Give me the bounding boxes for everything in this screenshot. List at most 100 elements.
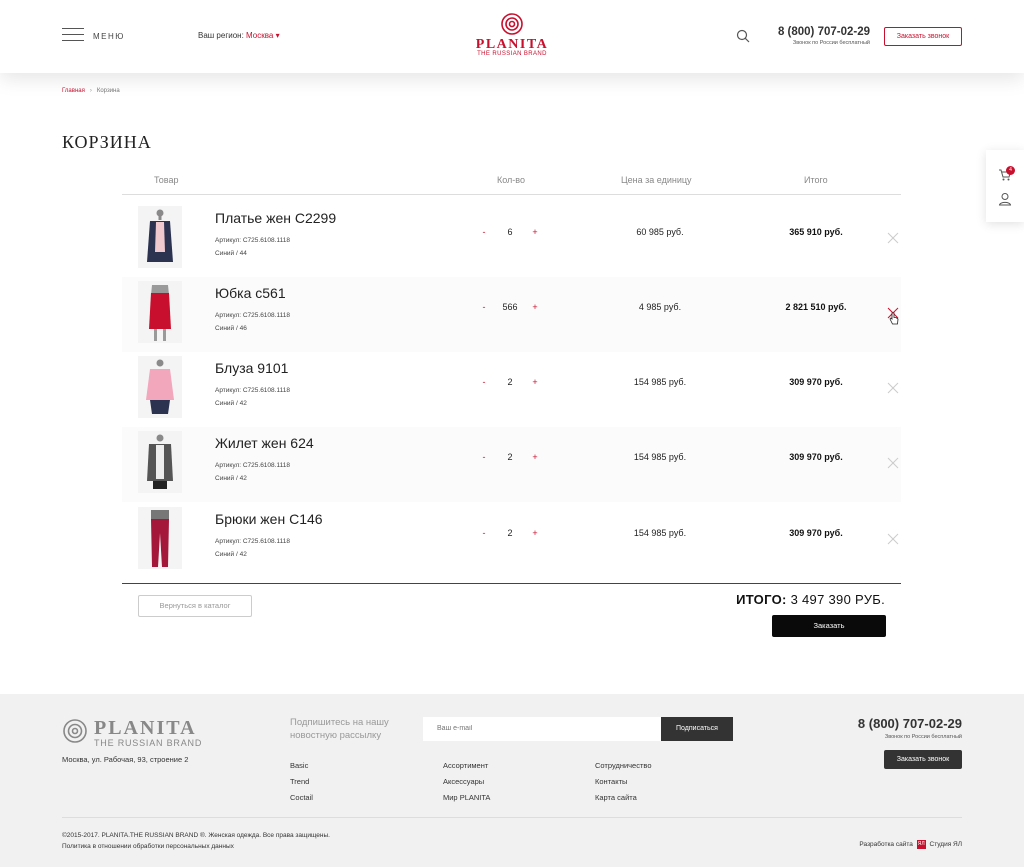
remove-item-icon[interactable] (887, 232, 899, 244)
qty-value[interactable]: 2 (495, 377, 525, 387)
subscribe-button[interactable]: Подписаться (661, 717, 733, 741)
product-article: Артикул: C725.6108.1118 (215, 538, 290, 545)
rose-logo-icon (501, 13, 523, 35)
product-article: Артикул: C725.6108.1118 (215, 462, 290, 469)
footer-link[interactable]: Контакты (595, 777, 627, 786)
cart-row: Юбка с561 Артикул: C725.6108.1118 Синий … (122, 277, 901, 352)
product-name[interactable]: Платье жен С2299 (215, 210, 336, 226)
footer-link[interactable]: Аксессуары (443, 777, 484, 786)
qty-increase-button[interactable]: + (530, 452, 540, 462)
product-name[interactable]: Блуза 9101 (215, 360, 288, 376)
footer-link[interactable]: Coctail (290, 793, 313, 802)
product-variant: Синий / 46 (215, 325, 247, 332)
table-header-divider (122, 194, 901, 195)
menu-label[interactable]: МЕНЮ (93, 32, 125, 41)
footer-divider (62, 817, 962, 818)
logo-subtitle: THE RUSSIAN BRAND (477, 51, 547, 57)
unit-price: 154 985 руб. (633, 377, 687, 387)
footer-link[interactable]: Сотрудничество (595, 761, 652, 770)
footer-address: Москва, ул. Рабочая, 93, строение 2 (62, 755, 189, 764)
breadcrumb: Главная › Корзина (62, 88, 120, 94)
qty-decrease-button[interactable]: - (479, 377, 489, 387)
email-field[interactable] (423, 717, 661, 741)
copyright: ©2015-2017. PLANITA.THE RUSSIAN BRAND ®.… (62, 832, 330, 839)
qty-decrease-button[interactable]: - (479, 302, 489, 312)
qty-decrease-button[interactable]: - (479, 227, 489, 237)
footer-link[interactable]: Ассортимент (443, 761, 488, 770)
column-header-unit-price: Цена за единицу (621, 175, 692, 185)
footer-logo-subtitle: THE RUSSIAN BRAND (94, 738, 203, 748)
product-variant: Синий / 42 (215, 475, 247, 482)
remove-item-icon[interactable] (887, 457, 899, 469)
site-header: МЕНЮ Ваш регион: Москва ▾ PLANITA THE RU… (0, 0, 1024, 73)
developer-credit[interactable]: Разработка сайта ЯЛ Студия ЯЛ (830, 840, 962, 849)
qty-increase-button[interactable]: + (530, 528, 540, 538)
developer-logo-icon: ЯЛ (916, 840, 926, 849)
hand-cursor-icon (889, 312, 899, 325)
product-image-skirt[interactable] (138, 281, 182, 343)
product-name[interactable]: Юбка с561 (215, 285, 286, 301)
footer-phone[interactable]: 8 (800) 707-02-29 (820, 716, 962, 731)
region-city[interactable]: Москва (246, 31, 273, 40)
breadcrumb-current: Корзина (96, 88, 120, 94)
qty-increase-button[interactable]: + (530, 302, 540, 312)
footer-phone-note: Звонок по России бесплатный (884, 734, 962, 740)
privacy-policy-link[interactable]: Политика в отношении обработки персональ… (62, 843, 234, 850)
qty-decrease-button[interactable]: - (479, 528, 489, 538)
callback-button[interactable]: Заказать звонок (884, 27, 962, 46)
product-name[interactable]: Брюки жен С146 (215, 511, 323, 527)
grand-total-value: 3 497 390 РУБ. (790, 592, 885, 607)
unit-price: 154 985 руб. (633, 528, 687, 538)
row-total: 2 821 510 руб. (785, 302, 847, 312)
footer-logo-brand: PLANITA (94, 717, 197, 739)
footer-callback-button[interactable]: Заказать звонок (884, 750, 962, 769)
unit-price: 154 985 руб. (633, 452, 687, 462)
qty-decrease-button[interactable]: - (479, 452, 489, 462)
footer-link[interactable]: Basic (290, 761, 308, 770)
logo[interactable]: PLANITA THE RUSSIAN BRAND (470, 12, 554, 58)
grand-total-label: ИТОГО: (736, 592, 787, 607)
developer-label: Разработка сайта (859, 841, 913, 849)
site-footer: PLANITA THE RUSSIAN BRAND Москва, ул. Ра… (0, 694, 1024, 867)
chevron-right-icon: › (89, 88, 92, 94)
qty-value[interactable]: 566 (495, 302, 525, 312)
table-bottom-divider (122, 583, 901, 584)
product-image-dress[interactable] (138, 206, 182, 268)
qty-value[interactable]: 2 (495, 528, 525, 538)
user-icon[interactable] (998, 192, 1012, 206)
qty-value[interactable]: 2 (495, 452, 525, 462)
footer-link[interactable]: Карта сайта (595, 793, 637, 802)
order-button[interactable]: Заказать (772, 615, 886, 637)
cart-row: Брюки жен С146 Артикул: C725.6108.1118 С… (122, 503, 901, 578)
qty-value[interactable]: 6 (495, 227, 525, 237)
product-image-trousers[interactable] (138, 507, 182, 569)
cart-row: Блуза 9101 Артикул: C725.6108.1118 Синий… (122, 352, 901, 427)
qty-increase-button[interactable]: + (530, 227, 540, 237)
back-to-catalog-button[interactable]: Вернуться в каталог (138, 595, 252, 617)
product-article: Артикул: C725.6108.1118 (215, 237, 290, 244)
qty-increase-button[interactable]: + (530, 377, 540, 387)
column-header-qty: Кол-во (497, 175, 525, 185)
region-label: Ваш регион: (198, 31, 244, 40)
breadcrumb-home[interactable]: Главная (62, 88, 85, 94)
product-image-vest[interactable] (138, 431, 182, 493)
grand-total: ИТОГО: 3 497 390 РУБ. (640, 592, 885, 607)
chevron-down-icon[interactable]: ▾ (276, 31, 280, 40)
remove-item-icon[interactable] (887, 382, 899, 394)
footer-link[interactable]: Trend (290, 777, 309, 786)
row-total: 309 970 руб. (789, 377, 843, 387)
product-article: Артикул: C725.6108.1118 (215, 387, 290, 394)
footer-link[interactable]: Мир PLANITA (443, 793, 490, 802)
region-selector[interactable]: Ваш регион: Москва ▾ (198, 31, 280, 40)
menu-icon[interactable] (62, 28, 84, 42)
footer-logo[interactable]: PLANITA THE RUSSIAN BRAND (62, 718, 201, 749)
product-name[interactable]: Жилет жен 624 (215, 435, 314, 451)
cart-count-badge: 4 (1006, 166, 1015, 175)
column-header-product: Товар (154, 175, 179, 185)
product-image-blouse[interactable] (138, 356, 182, 418)
column-header-total: Итого (804, 175, 828, 185)
cart-row: Платье жен С2299 Артикул: C725.6108.1118… (122, 202, 901, 277)
remove-item-icon[interactable] (887, 533, 899, 545)
product-variant: Синий / 42 (215, 551, 247, 558)
header-phone[interactable]: 8 (800) 707-02-29 (740, 26, 870, 38)
